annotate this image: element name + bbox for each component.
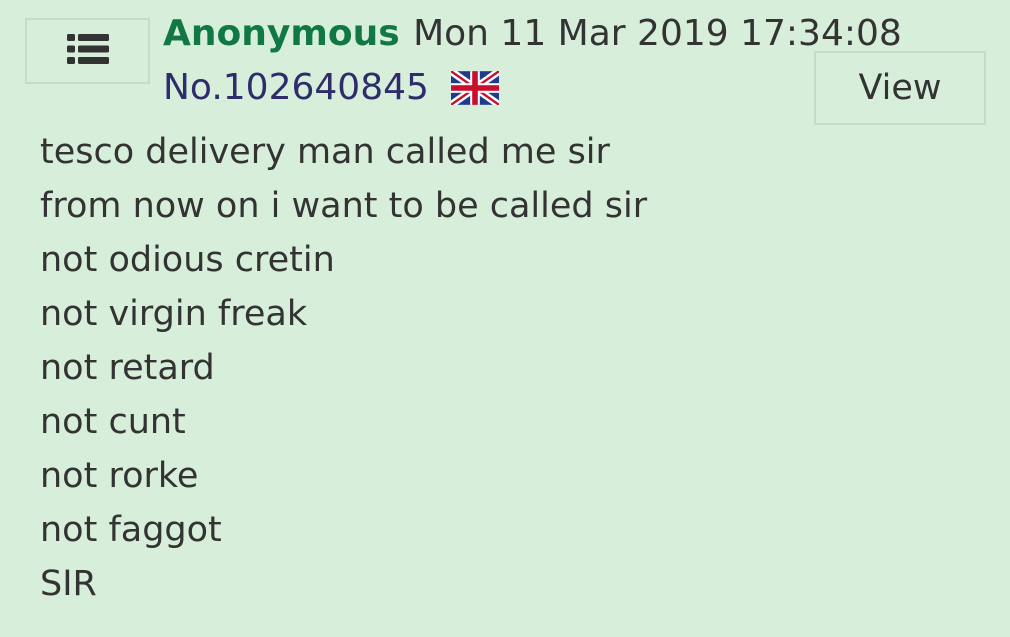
post-date: Mon 11 Mar 2019 17:34:08	[413, 13, 902, 54]
post-header: Anonymous Mon 11 Mar 2019 17:34:08 No.10…	[163, 12, 902, 110]
post-body-line: not cunt	[40, 402, 186, 442]
post-body-line: SIR	[40, 564, 97, 604]
post-body-line: not odious cretin	[40, 240, 335, 280]
post-body-line: not faggot	[40, 510, 222, 550]
post-body-line: not rorke	[40, 456, 199, 496]
post-body-line: from now on i want to be called sir	[40, 186, 648, 226]
post-body: tesco delivery man called me sir from no…	[40, 125, 970, 611]
post-number-link[interactable]: No.102640845	[163, 66, 429, 110]
poster-name: Anonymous	[163, 13, 400, 54]
list-menu-icon	[66, 32, 109, 70]
post-body-line: tesco delivery man called me sir	[40, 132, 610, 172]
post-body-line: not retard	[40, 348, 215, 388]
post-info-line: Anonymous Mon 11 Mar 2019 17:34:08	[163, 12, 902, 56]
view-button[interactable]: View	[814, 51, 986, 125]
post-menu-button[interactable]	[25, 18, 150, 84]
post: Anonymous Mon 11 Mar 2019 17:34:08 No.10…	[0, 0, 1010, 637]
post-number-line: No.102640845	[163, 66, 863, 110]
uk-flag-icon	[448, 68, 501, 108]
post-body-line: not virgin freak	[40, 294, 308, 334]
